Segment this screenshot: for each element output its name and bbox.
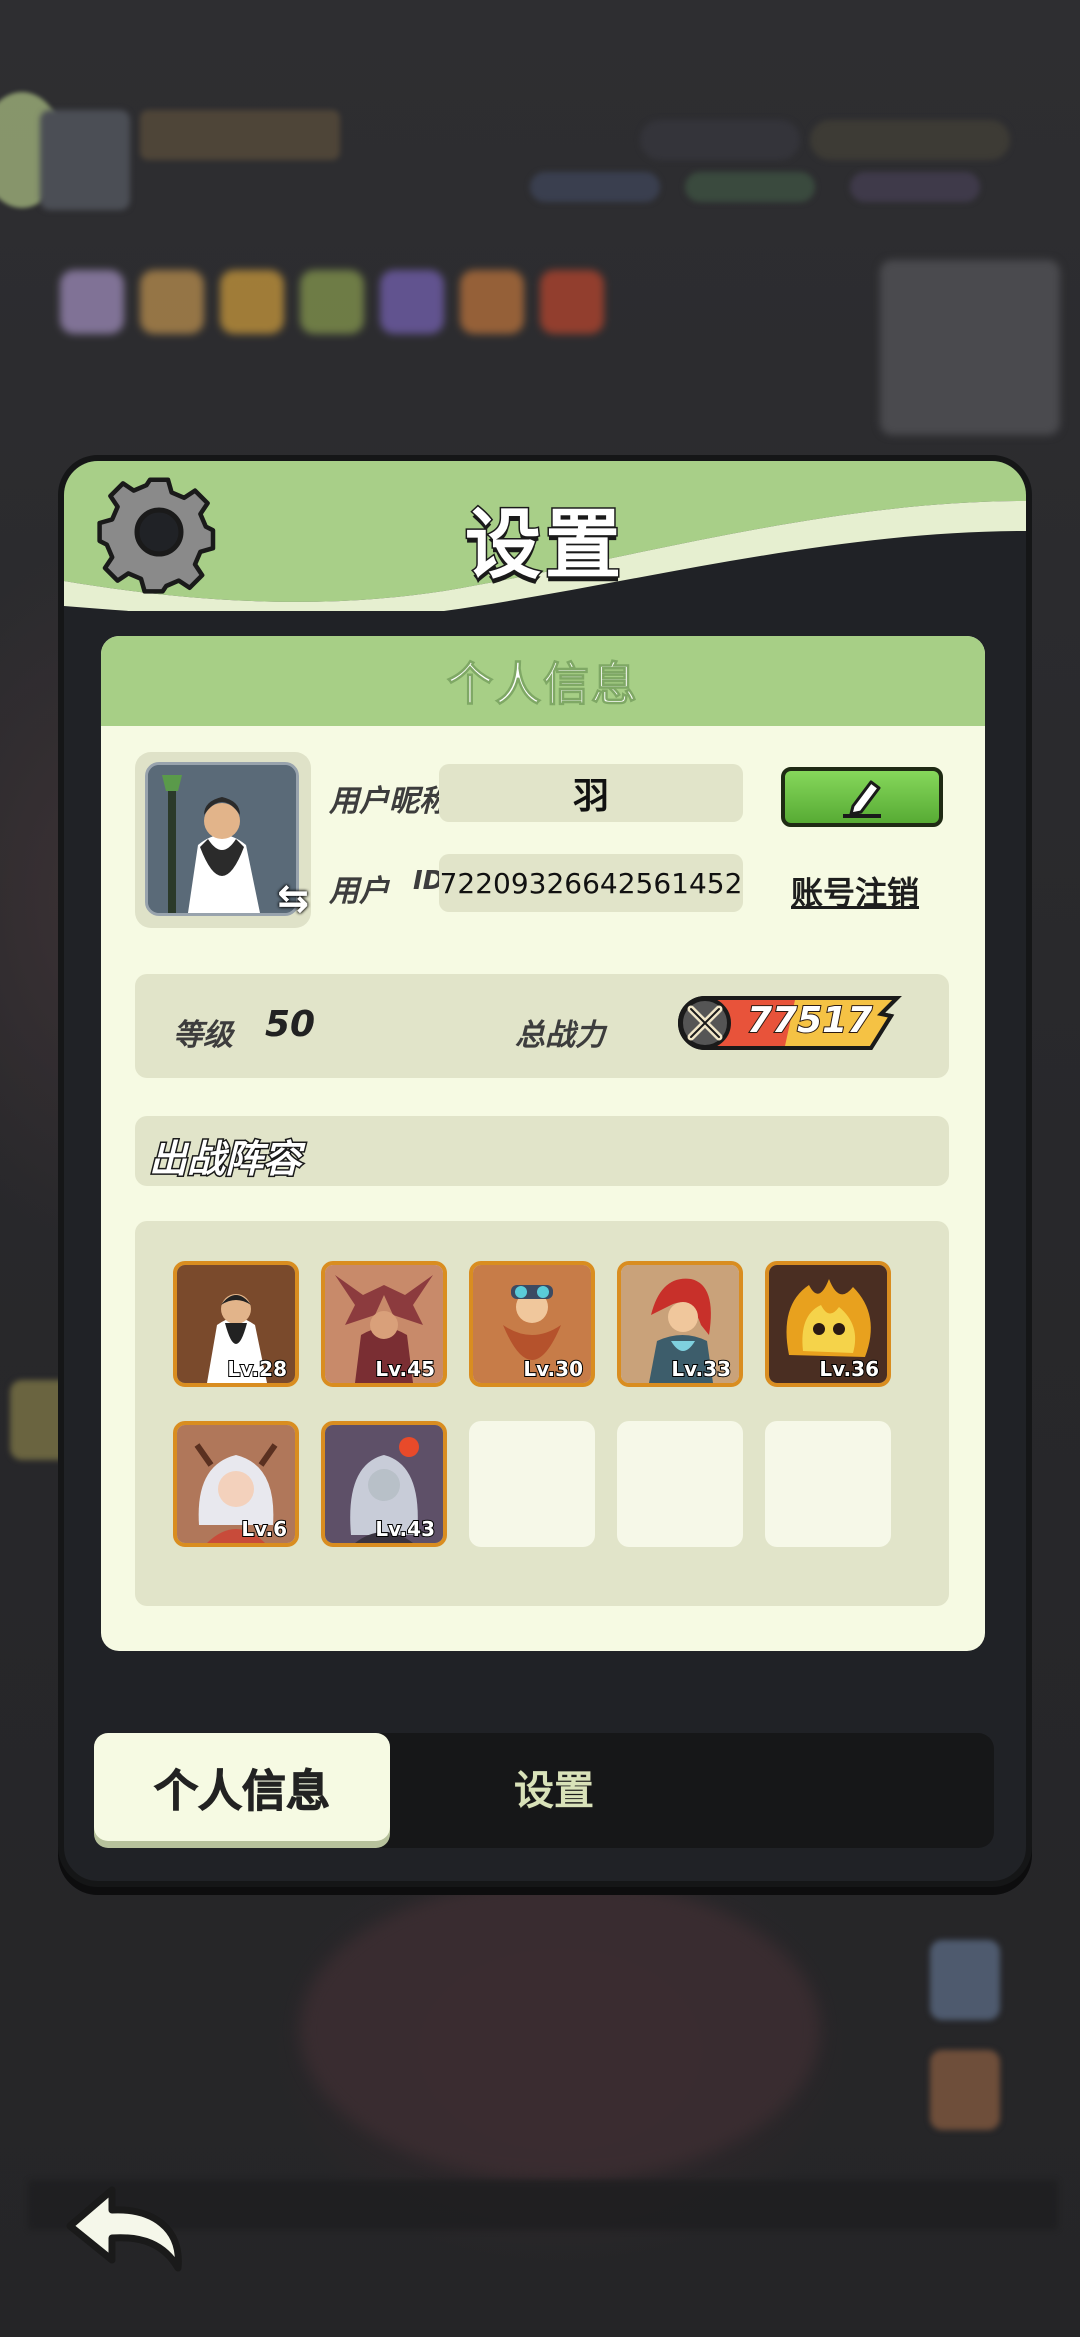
hero-level: Lv.28 bbox=[226, 1356, 288, 1382]
hero-slot-6[interactable]: Lv.6 bbox=[173, 1421, 299, 1547]
level-label: 等级 bbox=[173, 1018, 233, 1053]
hero-level: Lv.45 bbox=[374, 1356, 436, 1382]
power-label: 总战力 bbox=[515, 1018, 605, 1053]
profile-section-header: 个人信息 bbox=[101, 636, 985, 726]
account-cancel-link[interactable]: 账号注销 bbox=[791, 868, 919, 914]
menu-icon-6 bbox=[460, 270, 524, 334]
user-id-field: 72209326642561452 bbox=[439, 854, 743, 912]
menu-icon-5 bbox=[380, 270, 444, 334]
gem-counter-bg bbox=[640, 120, 800, 160]
edit-nickname-button[interactable] bbox=[781, 767, 943, 827]
swap-avatar-icon[interactable]: ⇆ bbox=[277, 876, 309, 920]
hero-roster: Lv.28 Lv.45 Lv.30 Lv.33 Lv.36 Lv.6 Lv.43 bbox=[135, 1221, 949, 1606]
hero-slot-4[interactable]: Lv.33 bbox=[617, 1261, 743, 1387]
menu-icon-7 bbox=[540, 270, 604, 334]
bg-tree bbox=[300, 1880, 820, 2180]
power-badge: 77517 bbox=[675, 992, 905, 1054]
empty-hero-slot[interactable] bbox=[617, 1421, 743, 1547]
settings-panel: 设置 个人信息 ⇆ 用户昵称 羽 用户 ID 72209326642561452… bbox=[58, 455, 1032, 1887]
menu-icon-2 bbox=[140, 270, 204, 334]
power-value: 77517 bbox=[746, 999, 873, 1042]
menu-icon-3 bbox=[220, 270, 284, 334]
buff-bar-2 bbox=[685, 172, 815, 202]
tab-profile[interactable]: 个人信息 bbox=[94, 1733, 390, 1841]
hero-slot-3[interactable]: Lv.30 bbox=[469, 1261, 595, 1387]
side-icon-2 bbox=[930, 2050, 1000, 2130]
profile-section-title: 个人信息 bbox=[447, 657, 639, 712]
lineup-title: 出战阵容 bbox=[147, 1136, 302, 1183]
hero-level: Lv.43 bbox=[374, 1516, 436, 1542]
avatar[interactable]: ⇆ bbox=[135, 752, 311, 928]
menu-icon-1 bbox=[60, 270, 124, 334]
coin-counter-bg bbox=[810, 120, 1010, 160]
lineup-header: 出战阵容 bbox=[135, 1116, 949, 1186]
menu-icon-4 bbox=[300, 270, 364, 334]
tab-bar: 个人信息 设置 bbox=[94, 1733, 994, 1848]
buff-bar-1 bbox=[530, 172, 660, 202]
empty-hero-slot[interactable] bbox=[469, 1421, 595, 1547]
level-value: 50 bbox=[265, 1004, 316, 1045]
stats-bar: 等级 50 总战力 77517 bbox=[135, 974, 949, 1078]
back-arrow-icon[interactable] bbox=[60, 2178, 190, 2278]
side-icon-1 bbox=[930, 1940, 1000, 2020]
hero-level: Lv.33 bbox=[670, 1356, 732, 1382]
profile-card: 个人信息 ⇆ 用户昵称 羽 用户 ID 72209326642561452 账号… bbox=[101, 636, 985, 1651]
hero-slot-1[interactable]: Lv.28 bbox=[173, 1261, 299, 1387]
nickname-label: 用户昵称 bbox=[329, 784, 449, 819]
hero-level: Lv.30 bbox=[522, 1356, 584, 1382]
player-name-bar-bg bbox=[140, 110, 340, 160]
panel-title: 设置 bbox=[464, 499, 625, 591]
pencil-icon bbox=[843, 780, 881, 818]
hero-slot-2[interactable]: Lv.45 bbox=[321, 1261, 447, 1387]
avatar-image bbox=[145, 762, 299, 916]
player-avatar-bg bbox=[40, 110, 130, 210]
hero-slot-7[interactable]: Lv.43 bbox=[321, 1421, 447, 1547]
tab-settings[interactable]: 设置 bbox=[394, 1733, 714, 1841]
buff-bar-3 bbox=[850, 172, 980, 202]
hero-level: Lv.6 bbox=[240, 1516, 288, 1542]
hero-level: Lv.36 bbox=[818, 1356, 880, 1382]
hero-slot-5[interactable]: Lv.36 bbox=[765, 1261, 891, 1387]
minimap bbox=[880, 260, 1060, 435]
nickname-field: 羽 bbox=[439, 764, 743, 822]
user-id-label: 用户 bbox=[329, 874, 389, 909]
empty-hero-slot[interactable] bbox=[765, 1421, 891, 1547]
